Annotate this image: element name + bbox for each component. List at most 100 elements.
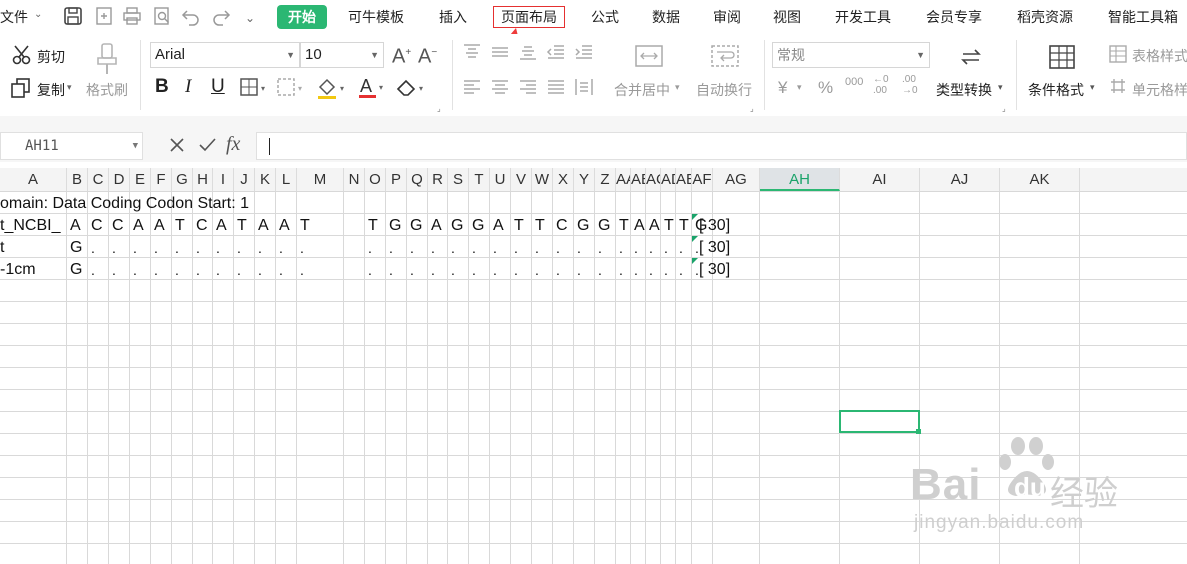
- sequence-cell[interactable]: T: [535, 216, 545, 236]
- wrap-icon[interactable]: [710, 44, 740, 72]
- sequence-cell[interactable]: .: [451, 260, 455, 280]
- tab-insert[interactable]: 插入: [439, 7, 467, 27]
- column-header-ag[interactable]: AG: [713, 168, 760, 191]
- sequence-cell[interactable]: .: [154, 238, 158, 258]
- insert-function-button[interactable]: fx: [226, 133, 240, 156]
- merge-center-button[interactable]: 合并居中: [614, 80, 670, 100]
- customize-icon[interactable]: ⌄: [245, 8, 255, 28]
- italic-button[interactable]: I: [185, 76, 191, 98]
- column-header-f[interactable]: F: [151, 168, 172, 191]
- decimal-increase-button[interactable]: ←0.00: [873, 74, 889, 96]
- export-icon[interactable]: [94, 6, 114, 31]
- sequence-cell[interactable]: G: [577, 216, 589, 236]
- formula-input[interactable]: [256, 132, 1187, 160]
- sequence-cell[interactable]: .: [664, 238, 668, 258]
- sequence-cell[interactable]: .: [258, 260, 262, 280]
- column-header-q[interactable]: Q: [407, 168, 428, 191]
- sequence-cell[interactable]: .: [493, 260, 497, 280]
- wrap-text-button[interactable]: 自动换行: [696, 80, 752, 100]
- fill-color-icon[interactable]: ▾: [316, 77, 350, 103]
- sequence-cell[interactable]: .: [679, 260, 683, 280]
- cancel-icon[interactable]: [166, 132, 188, 163]
- table-style-icon[interactable]: [1108, 44, 1128, 68]
- indent-increase-icon[interactable]: [574, 42, 594, 66]
- cell-style-button[interactable]: 单元格样: [1132, 80, 1187, 100]
- sequence-cell[interactable]: A: [258, 216, 269, 236]
- justify-icon[interactable]: [546, 77, 566, 101]
- sequence-cell[interactable]: T: [679, 216, 689, 236]
- dialog-launcher-icon[interactable]: ⌟: [437, 104, 441, 113]
- chevron-down-icon[interactable]: ▼: [133, 133, 138, 159]
- sequence-cell[interactable]: .: [535, 260, 539, 280]
- tab-developer[interactable]: 开发工具: [835, 7, 891, 27]
- sequence-cell[interactable]: T: [237, 216, 247, 236]
- sequence-cell[interactable]: .: [389, 238, 393, 258]
- tab-member[interactable]: 会员专享: [926, 7, 982, 27]
- column-header-s[interactable]: S: [448, 168, 469, 191]
- font-size-select[interactable]: 10 ▼: [300, 42, 384, 68]
- sequence-cell[interactable]: .: [598, 238, 602, 258]
- column-header-ab[interactable]: AB: [631, 168, 646, 191]
- chevron-down-icon[interactable]: ▾: [1090, 82, 1095, 93]
- sequence-cell[interactable]: .: [216, 260, 220, 280]
- font-name-select[interactable]: Arial ▼: [150, 42, 300, 68]
- column-header-l[interactable]: L: [276, 168, 297, 191]
- column-header-r[interactable]: R: [428, 168, 448, 191]
- sequence-cell[interactable]: C: [196, 216, 208, 236]
- column-header-v[interactable]: V: [511, 168, 532, 191]
- bold-button[interactable]: B: [155, 76, 169, 98]
- column-header-ac[interactable]: AC: [646, 168, 661, 191]
- conditional-format-icon[interactable]: [1048, 44, 1076, 74]
- sequence-cell[interactable]: .: [514, 260, 518, 280]
- tab-docer[interactable]: 稻壳资源: [1017, 7, 1073, 27]
- sequence-cell[interactable]: .: [300, 238, 304, 258]
- column-header-a[interactable]: A: [0, 168, 67, 191]
- sequence-cell[interactable]: .: [91, 238, 95, 258]
- sequence-cell[interactable]: G: [472, 216, 484, 236]
- sequence-cell[interactable]: .: [619, 238, 623, 258]
- column-header-ak[interactable]: AK: [1000, 168, 1080, 191]
- sequence-cell[interactable]: T: [368, 216, 378, 236]
- sequence-cell[interactable]: .: [133, 238, 137, 258]
- tab-home[interactable]: 开始: [277, 5, 327, 29]
- brush-icon[interactable]: [94, 42, 120, 80]
- sequence-cell[interactable]: .: [679, 238, 683, 258]
- column-header-j[interactable]: J: [234, 168, 255, 191]
- sequence-cell[interactable]: .: [237, 260, 241, 280]
- sequence-cell[interactable]: .: [535, 238, 539, 258]
- redo-icon[interactable]: [211, 6, 231, 31]
- cell-a3[interactable]: t: [0, 238, 4, 258]
- sequence-cell[interactable]: A: [70, 216, 81, 236]
- sequence-cell[interactable]: T: [175, 216, 185, 236]
- eraser-icon[interactable]: ▾: [395, 77, 429, 103]
- table-style-button[interactable]: 表格样式: [1132, 46, 1187, 66]
- sequence-cell[interactable]: .: [634, 238, 638, 258]
- column-header-p[interactable]: P: [386, 168, 407, 191]
- dialog-launcher-icon[interactable]: ⌟: [1002, 104, 1006, 113]
- distribute-icon[interactable]: [574, 77, 594, 101]
- sequence-cell[interactable]: G: [70, 260, 82, 280]
- sequence-cell[interactable]: .: [196, 260, 200, 280]
- tab-template[interactable]: 可牛模板: [348, 7, 404, 27]
- format-painter-button[interactable]: 格式刷: [86, 80, 128, 100]
- pattern-icon[interactable]: ▾: [277, 77, 309, 101]
- align-middle-icon[interactable]: [490, 42, 510, 66]
- sequence-cell[interactable]: T: [619, 216, 629, 236]
- column-header-y[interactable]: Y: [574, 168, 595, 191]
- sequence-cell[interactable]: .: [154, 260, 158, 280]
- sequence-cell[interactable]: .: [472, 260, 476, 280]
- sequence-cell[interactable]: .: [258, 238, 262, 258]
- sequence-cell[interactable]: G: [598, 216, 610, 236]
- type-convert-icon[interactable]: [958, 44, 984, 74]
- column-header-ai[interactable]: AI: [840, 168, 920, 191]
- sequence-cell[interactable]: G: [389, 216, 401, 236]
- sequence-cell[interactable]: .: [368, 238, 372, 258]
- sequence-cell[interactable]: .: [598, 260, 602, 280]
- column-header-u[interactable]: U: [490, 168, 511, 191]
- sequence-cell[interactable]: G: [451, 216, 463, 236]
- thousands-button[interactable]: 000: [845, 76, 863, 88]
- conditional-format-button[interactable]: 条件格式: [1028, 80, 1084, 100]
- chevron-down-icon[interactable]: ▾: [675, 82, 680, 93]
- sequence-cell[interactable]: .: [237, 238, 241, 258]
- align-left-icon[interactable]: [462, 77, 482, 101]
